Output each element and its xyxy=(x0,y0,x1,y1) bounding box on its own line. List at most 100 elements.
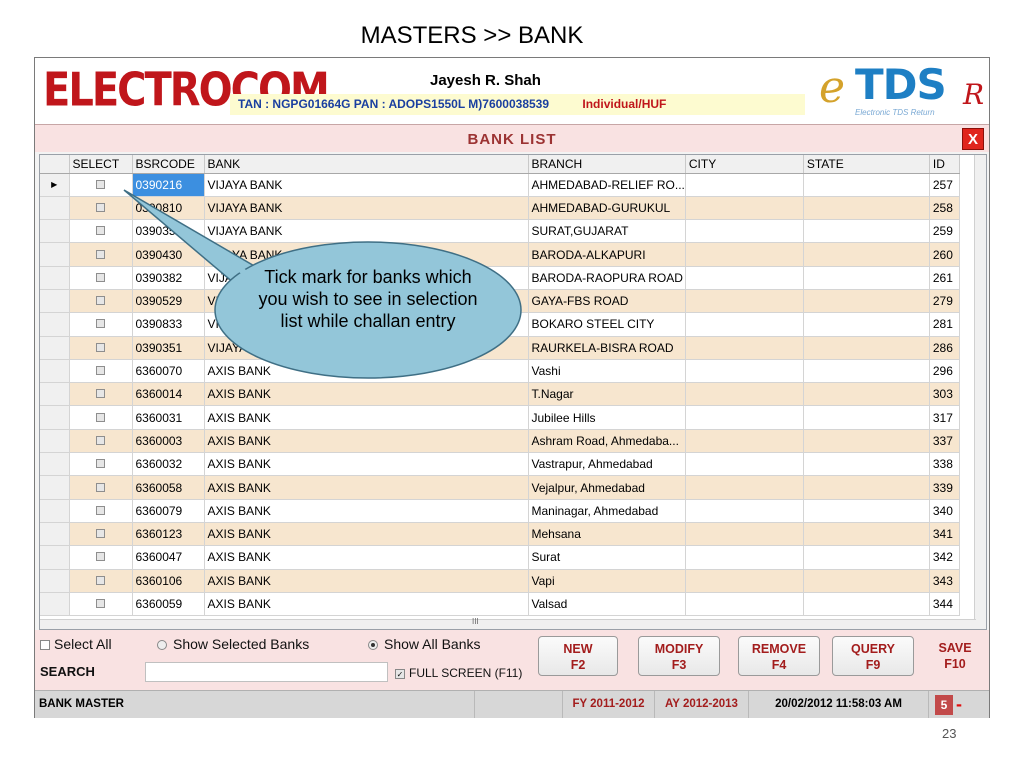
select-all-checkbox[interactable] xyxy=(40,640,50,651)
cell-state[interactable] xyxy=(803,452,930,477)
row-select-checkbox[interactable] xyxy=(69,429,133,454)
cell-id[interactable]: 296 xyxy=(929,359,960,384)
table-row[interactable]: 6360079 AXIS BANK Maninagar, Ahmedabad 340 xyxy=(40,499,960,523)
table-row[interactable]: 6360058 AXIS BANK Vejalpur, Ahmedabad 339 xyxy=(40,475,960,500)
checkbox-icon[interactable] xyxy=(96,296,105,306)
cell-bsrcode[interactable]: 6360031 xyxy=(132,405,205,430)
cell-state[interactable] xyxy=(803,359,930,384)
cell-city[interactable] xyxy=(685,359,804,384)
row-indicator[interactable] xyxy=(40,545,70,570)
vertical-scrollbar[interactable] xyxy=(974,155,986,629)
cell-id[interactable]: 340 xyxy=(929,499,960,523)
checkbox-icon[interactable] xyxy=(96,435,105,445)
search-input[interactable] xyxy=(145,662,388,682)
row-select-checkbox[interactable] xyxy=(69,545,133,570)
checkbox-icon[interactable] xyxy=(96,412,105,422)
cell-id[interactable]: 339 xyxy=(929,475,960,500)
close-button[interactable]: X xyxy=(962,128,984,150)
cell-bsrcode[interactable]: 6360032 xyxy=(132,452,205,477)
column-header-city[interactable]: CITY xyxy=(685,155,804,174)
cell-branch[interactable]: Valsad xyxy=(528,592,686,617)
table-row[interactable]: 0390382 VIJAYA BANK BARODA-RAOPURA ROAD 261 xyxy=(40,266,960,290)
full-screen-checkbox[interactable]: ✓ xyxy=(395,668,405,679)
row-select-checkbox[interactable] xyxy=(69,522,133,547)
table-row[interactable]: 0390351 VIJAYA BANK RAURKELA-BISRA ROAD 286 xyxy=(40,336,960,360)
cell-bsrcode[interactable]: 6360059 xyxy=(132,592,205,617)
cell-city[interactable] xyxy=(685,242,804,267)
remove-button[interactable]: REMOVE F4 xyxy=(738,636,820,676)
checkbox-icon[interactable] xyxy=(96,505,105,515)
cell-bank[interactable]: VIJAYA BANK xyxy=(204,242,529,267)
cell-city[interactable] xyxy=(685,592,804,617)
row-indicator[interactable] xyxy=(40,405,70,430)
row-indicator[interactable] xyxy=(40,219,70,244)
cell-city[interactable] xyxy=(685,312,804,337)
row-select-checkbox[interactable] xyxy=(69,266,133,290)
cell-bank[interactable]: AXIS BANK xyxy=(204,382,529,407)
cell-bank[interactable]: VIJAYA BANK xyxy=(204,219,529,244)
row-indicator[interactable] xyxy=(40,429,70,454)
cell-state[interactable] xyxy=(803,592,930,617)
cell-city[interactable] xyxy=(685,475,804,500)
cell-state[interactable] xyxy=(803,219,930,244)
cell-state[interactable] xyxy=(803,242,930,267)
cell-state[interactable] xyxy=(803,173,930,197)
table-row[interactable]: 6360059 AXIS BANK Valsad 344 xyxy=(40,592,960,617)
cell-id[interactable]: 303 xyxy=(929,382,960,407)
row-indicator[interactable] xyxy=(40,196,70,221)
cell-bsrcode[interactable]: 0390529 xyxy=(132,289,205,314)
cell-bsrcode[interactable]: 6360106 xyxy=(132,569,205,593)
cell-state[interactable] xyxy=(803,289,930,314)
cell-id[interactable]: 258 xyxy=(929,196,960,221)
cell-id[interactable]: 279 xyxy=(929,289,960,314)
row-indicator[interactable] xyxy=(40,266,70,290)
checkbox-icon[interactable] xyxy=(96,226,105,236)
cell-city[interactable] xyxy=(685,405,804,430)
cell-id[interactable]: 344 xyxy=(929,592,960,617)
cell-state[interactable] xyxy=(803,429,930,454)
row-select-checkbox[interactable] xyxy=(69,499,133,523)
checkbox-icon[interactable] xyxy=(96,202,105,212)
cell-bsrcode[interactable]: 0390430 xyxy=(132,242,205,267)
cell-bank[interactable]: AXIS BANK xyxy=(204,475,529,500)
cell-branch[interactable]: Mehsana xyxy=(528,522,686,547)
table-row[interactable]: 0390833 VIJAYA BANK BOKARO STEEL CITY 281 xyxy=(40,312,960,337)
cell-id[interactable]: 286 xyxy=(929,336,960,360)
cell-city[interactable] xyxy=(685,196,804,221)
checkbox-icon[interactable] xyxy=(96,389,105,399)
row-select-checkbox[interactable] xyxy=(69,359,133,384)
cell-id[interactable]: 261 xyxy=(929,266,960,290)
row-select-checkbox[interactable] xyxy=(69,569,133,593)
cell-state[interactable] xyxy=(803,405,930,430)
new-button[interactable]: NEW F2 xyxy=(538,636,618,676)
cell-branch[interactable]: T.Nagar xyxy=(528,382,686,407)
cell-city[interactable] xyxy=(685,336,804,360)
cell-bsrcode[interactable]: 0390810 xyxy=(132,196,205,221)
table-row[interactable]: 6360014 AXIS BANK T.Nagar 303 xyxy=(40,382,960,407)
column-header-bsrcode[interactable]: BSRCODE xyxy=(132,155,205,174)
cell-bsrcode[interactable]: 0390382 xyxy=(132,266,205,290)
column-header-bank[interactable]: BANK xyxy=(204,155,529,174)
cell-id[interactable]: 260 xyxy=(929,242,960,267)
cell-bsrcode[interactable]: 6360003 xyxy=(132,429,205,454)
row-indicator[interactable] xyxy=(40,475,70,500)
cell-branch[interactable]: Vapi xyxy=(528,569,686,593)
table-row[interactable]: 6360123 AXIS BANK Mehsana 341 xyxy=(40,522,960,547)
row-select-checkbox[interactable] xyxy=(69,336,133,360)
cell-branch[interactable]: Surat xyxy=(528,545,686,570)
cell-city[interactable] xyxy=(685,173,804,197)
row-select-checkbox[interactable] xyxy=(69,475,133,500)
scroll-grip[interactable]: III xyxy=(472,617,479,626)
column-header-state[interactable]: STATE xyxy=(803,155,930,174)
table-row[interactable]: 6360106 AXIS BANK Vapi 343 xyxy=(40,569,960,593)
table-row[interactable]: 6360031 AXIS BANK Jubilee Hills 317 xyxy=(40,405,960,430)
modify-button[interactable]: MODIFY F3 xyxy=(638,636,720,676)
full-screen-option[interactable]: ✓ FULL SCREEN (F11) xyxy=(395,666,522,680)
cell-branch[interactable]: Jubilee Hills xyxy=(528,405,686,430)
row-indicator[interactable] xyxy=(40,289,70,314)
table-row[interactable]: 0390529 VIJAYA BANK GAYA-FBS ROAD 279 xyxy=(40,289,960,314)
cell-bsrcode[interactable]: 6360047 xyxy=(132,545,205,570)
table-row[interactable]: 0390353 VIJAYA BANK SURAT,GUJARAT 259 xyxy=(40,219,960,244)
cell-id[interactable]: 342 xyxy=(929,545,960,570)
row-select-checkbox[interactable] xyxy=(69,312,133,337)
